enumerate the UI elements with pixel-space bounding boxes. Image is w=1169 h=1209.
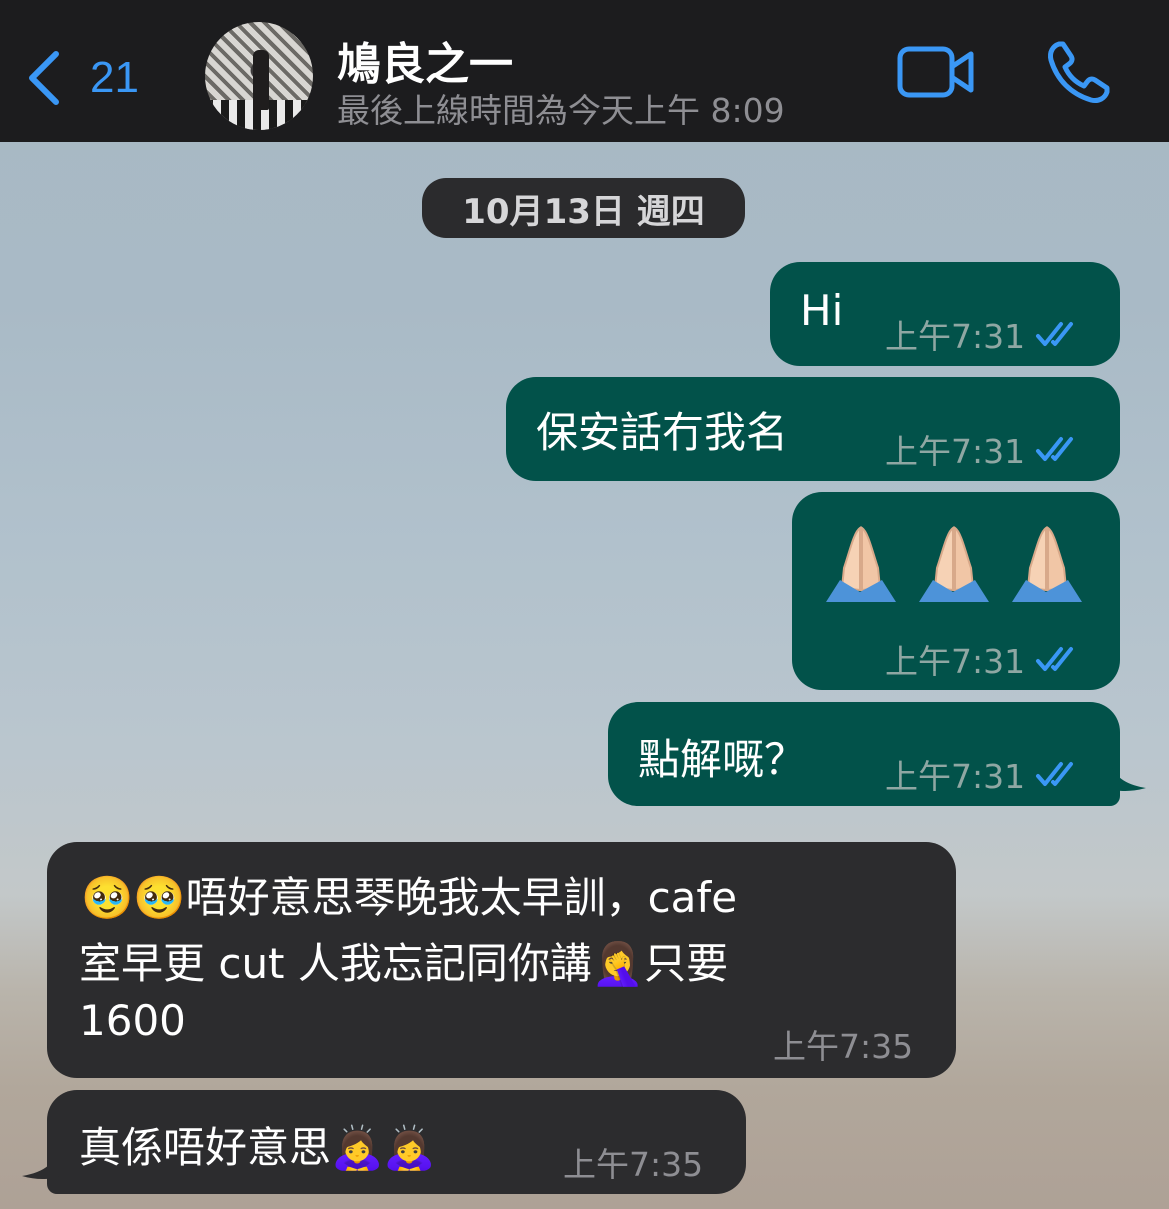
message-meta: 上午7:31 <box>885 310 1083 358</box>
message-meta: 上午7:35 <box>773 1020 913 1068</box>
contact-name[interactable]: 鳩良之一 <box>337 28 513 92</box>
message-meta: 上午7:35 <box>563 1138 703 1186</box>
message-text: 保安話冇我名 <box>536 408 789 457</box>
folded-hands-emoji-icon <box>1012 526 1082 602</box>
message-text: Hi <box>800 286 844 335</box>
message-line: 🥹🥹唔好意思琴晚我太早訓，cafe <box>81 873 738 922</box>
outgoing-message[interactable]: 上午7:31 <box>792 492 1120 690</box>
read-ticks-icon <box>1036 762 1074 786</box>
message-time: 上午7:35 <box>563 1145 704 1184</box>
read-ticks-icon <box>1036 322 1074 346</box>
message-meta: 上午7:31 <box>885 750 1083 798</box>
read-ticks-icon <box>1036 647 1074 671</box>
outgoing-message[interactable]: Hi 上午7:31 <box>770 262 1120 366</box>
message-time: 上午7:31 <box>885 757 1026 796</box>
date-separator: 10月13日 週四 <box>422 178 745 238</box>
message-time: 上午7:31 <box>885 642 1026 681</box>
phone-icon[interactable] <box>1045 38 1113 106</box>
message-time: 上午7:31 <box>885 317 1026 356</box>
message-time: 上午7:35 <box>773 1027 914 1066</box>
last-seen-status: 最後上線時間為今天上午 8:09 <box>337 91 785 130</box>
message-text: 真係唔好意思🙇‍♀️🙇‍♀️ <box>79 1123 436 1172</box>
outgoing-message[interactable]: 保安話冇我名 上午7:31 <box>506 377 1120 481</box>
folded-hands-emoji-icon <box>919 526 989 602</box>
message-text: 點解嘅？ <box>638 735 807 784</box>
chevron-left-icon <box>29 51 59 105</box>
outgoing-message[interactable]: 點解嘅？ 上午7:31 <box>608 702 1120 806</box>
message-line: 室早更 cut 人我忘記同你講🤦‍♀️只要 <box>79 939 729 988</box>
message-meta: 上午7:31 <box>885 635 1083 683</box>
message-time: 上午7:31 <box>885 432 1026 471</box>
folded-hands-emoji-icon <box>826 526 896 602</box>
back-button[interactable]: 21 <box>24 46 154 110</box>
incoming-message[interactable]: 真係唔好意思🙇‍♀️🙇‍♀️ 上午7:35 <box>47 1090 746 1194</box>
message-line: 1600 <box>79 996 186 1045</box>
message-meta: 上午7:31 <box>885 425 1083 473</box>
contact-avatar[interactable] <box>205 22 313 130</box>
unread-count: 21 <box>90 53 139 102</box>
bubble-tail <box>22 1140 60 1179</box>
incoming-message[interactable]: 🥹🥹唔好意思琴晚我太早訓，cafe 室早更 cut 人我忘記同你講🤦‍♀️只要 … <box>47 842 956 1078</box>
read-ticks-icon <box>1036 437 1074 461</box>
bubble-tail <box>1108 752 1146 791</box>
video-camera-icon[interactable] <box>897 44 975 100</box>
chat-header: 21 鳩良之一 最後上線時間為今天上午 8:09 <box>0 0 1169 142</box>
